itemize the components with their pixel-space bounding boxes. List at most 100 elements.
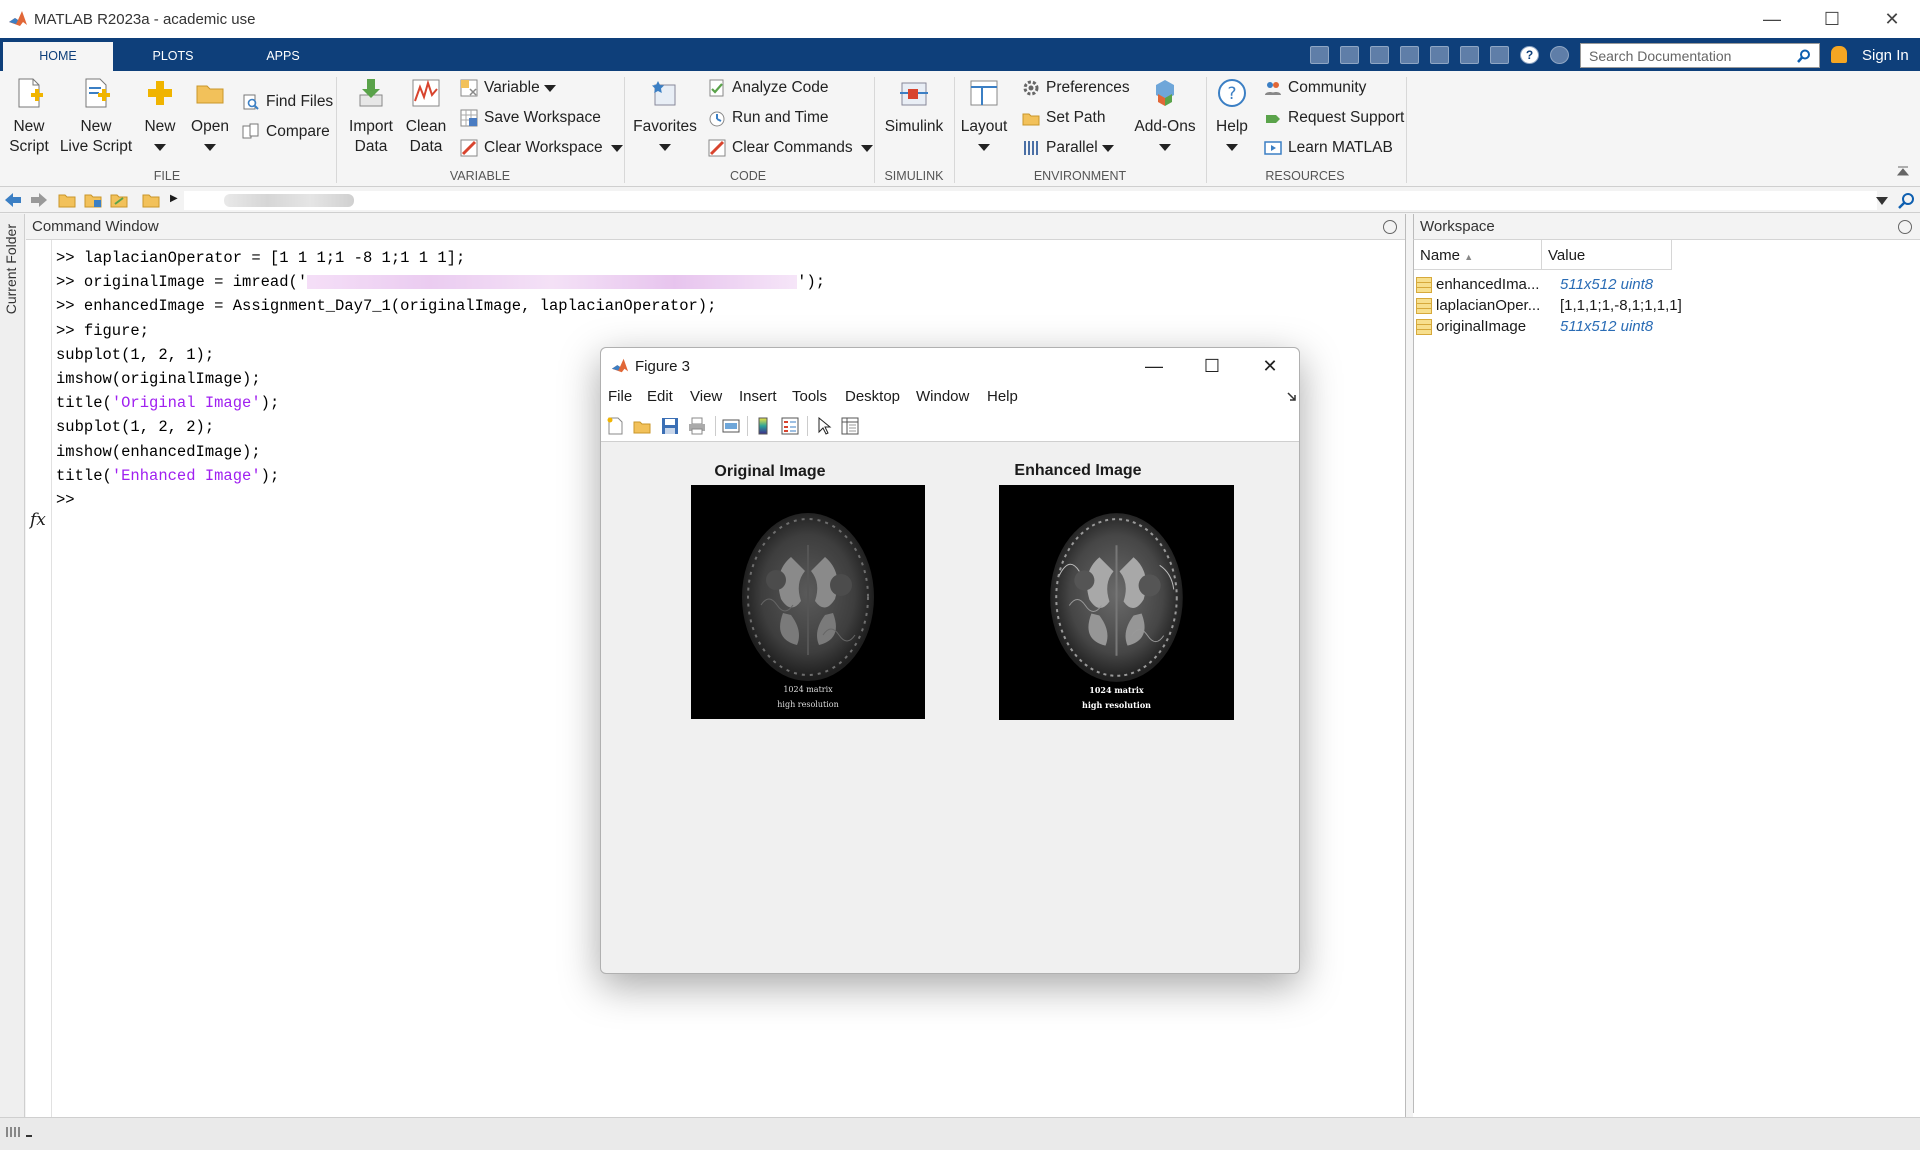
image-caption-1: 1024 matrix — [1089, 685, 1144, 695]
set-path-button[interactable]: Set Path — [1022, 109, 1105, 127]
preferences-button[interactable]: Preferences — [1022, 79, 1130, 97]
parallel-dropdown-icon[interactable] — [1102, 144, 1115, 152]
analyze-code-button[interactable]: Analyze Code — [708, 79, 829, 97]
switch-windows-icon[interactable] — [1490, 46, 1509, 64]
minimize-icon[interactable]: — — [1744, 0, 1800, 38]
print-icon[interactable] — [688, 417, 706, 435]
search-documentation-input[interactable]: Search Documentation — [1580, 43, 1820, 68]
current-folder-tab[interactable]: Current Folder — [3, 224, 19, 314]
column-header-value[interactable]: Value — [1542, 240, 1672, 270]
menu-tools[interactable]: Tools — [792, 388, 827, 405]
menu-view[interactable]: View — [690, 388, 722, 405]
simulink-button[interactable]: Simulink — [880, 77, 948, 137]
new-live-script-button[interactable]: New Live Script — [58, 77, 134, 157]
layout-button[interactable]: Layout — [960, 77, 1008, 157]
figure-title-bar[interactable]: Figure 3 — ☐ ✕ — [601, 348, 1299, 384]
open-dropdown-icon[interactable] — [204, 144, 216, 151]
back-arrow-icon[interactable] — [4, 192, 22, 208]
help-icon[interactable]: ? — [1520, 46, 1539, 64]
clear-workspace-dropdown-icon[interactable] — [611, 144, 624, 152]
insert-colorbar-icon[interactable] — [754, 417, 772, 435]
layout-dropdown-icon[interactable] — [978, 144, 990, 151]
edit-plot-pointer-icon[interactable] — [815, 417, 833, 435]
clean-data-button[interactable]: Clean Data — [402, 77, 450, 157]
run-and-time-button[interactable]: Run and Time — [708, 109, 829, 127]
compare-button[interactable]: Compare — [242, 123, 330, 141]
property-inspector-icon[interactable] — [841, 417, 859, 435]
add-ons-button[interactable]: Add-Ons — [1132, 77, 1198, 157]
sign-in-link[interactable]: Sign In — [1862, 47, 1909, 64]
new-button[interactable]: New — [140, 77, 180, 157]
dock-figure-icon[interactable] — [1287, 392, 1296, 401]
menu-help[interactable]: Help — [987, 388, 1018, 405]
learn-matlab-button[interactable]: Learn MATLAB — [1264, 139, 1393, 157]
figure-maximize-icon[interactable]: ☐ — [1183, 348, 1241, 384]
collapse-toolstrip-icon[interactable] — [1896, 165, 1910, 179]
figure-window[interactable]: Figure 3 — ☐ ✕ File Edit View Insert Too… — [600, 347, 1300, 974]
community-button[interactable]: Community — [1264, 79, 1366, 97]
forward-arrow-icon[interactable] — [30, 192, 48, 208]
open-button[interactable]: Open — [188, 77, 232, 157]
cut-icon[interactable] — [1340, 46, 1359, 64]
clear-workspace-button[interactable]: Clear Workspace — [460, 139, 624, 157]
parallel-button[interactable]: Parallel — [1022, 139, 1115, 157]
help-button[interactable]: ? Help — [1212, 77, 1252, 157]
open-file-icon[interactable] — [633, 417, 651, 435]
current-folder-sidebar[interactable]: Current Folder — [0, 214, 25, 1120]
clear-commands-button[interactable]: Clear Commands — [708, 139, 874, 157]
menu-insert[interactable]: Insert — [739, 388, 777, 405]
help-dropdown-icon[interactable] — [1226, 144, 1238, 151]
current-path-input[interactable] — [184, 191, 1877, 210]
close-icon[interactable]: ✕ — [1864, 0, 1920, 38]
table-row[interactable]: laplacianOper... [1,1,1;1,-8,1;1,1,1] — [1414, 295, 1682, 316]
notification-bell-icon[interactable] — [1831, 46, 1847, 63]
favorites-button[interactable]: Favorites — [632, 77, 698, 157]
column-header-name[interactable]: Name ▲ — [1414, 240, 1542, 270]
search-folder-icon[interactable] — [110, 192, 128, 208]
import-data-button[interactable]: Import Data — [344, 77, 398, 157]
insert-legend-icon[interactable] — [781, 417, 799, 435]
up-folder-icon[interactable] — [58, 192, 76, 208]
path-dropdown-icon[interactable] — [1876, 197, 1888, 205]
tab-plots[interactable]: PLOTS — [130, 42, 216, 71]
paste-icon[interactable] — [1400, 46, 1419, 64]
variable-button[interactable]: Variable — [460, 79, 557, 97]
request-support-button[interactable]: Request Support — [1264, 109, 1404, 127]
fx-icon[interactable]: fx — [30, 510, 46, 530]
folder-search-icon[interactable] — [1898, 192, 1915, 209]
browse-folder-icon[interactable] — [84, 192, 102, 208]
figure-minimize-icon[interactable]: — — [1125, 348, 1183, 384]
tab-home[interactable]: HOME — [3, 42, 113, 71]
find-files-button[interactable]: Find Files — [242, 93, 333, 111]
link-plot-icon[interactable] — [722, 417, 740, 435]
new-dropdown-icon[interactable] — [154, 144, 166, 151]
add-ons-dropdown-icon[interactable] — [1159, 144, 1171, 151]
enhanced-image-axes[interactable]: 1024 matrix high resolution — [999, 485, 1234, 720]
save-figure-icon[interactable] — [661, 417, 679, 435]
original-image-axes[interactable]: 1024 matrix high resolution — [691, 485, 925, 719]
redo-icon[interactable] — [1460, 46, 1479, 64]
clear-commands-dropdown-icon[interactable] — [861, 144, 874, 152]
variable-dropdown-icon[interactable] — [544, 84, 557, 92]
maximize-icon[interactable]: ☐ — [1804, 0, 1860, 38]
pane-actions-icon[interactable] — [1383, 220, 1397, 234]
table-row[interactable]: originalImage 511x512 uint8 — [1414, 316, 1653, 337]
menu-edit[interactable]: Edit — [647, 388, 673, 405]
menu-window[interactable]: Window — [916, 388, 969, 405]
workspace-panel[interactable]: Workspace Name ▲ Value enhancedIma... 511… — [1413, 214, 1920, 1117]
tab-apps[interactable]: APPS — [246, 42, 320, 71]
new-figure-icon[interactable] — [606, 417, 624, 435]
menu-file[interactable]: File — [608, 388, 632, 405]
save-workspace-button[interactable]: Save Workspace — [460, 109, 601, 127]
save-icon[interactable] — [1310, 46, 1329, 64]
table-row[interactable]: enhancedIma... 511x512 uint8 — [1414, 274, 1653, 295]
quick-access-options-icon[interactable] — [1550, 46, 1569, 64]
undo-icon[interactable] — [1430, 46, 1449, 64]
menu-desktop[interactable]: Desktop — [845, 388, 900, 405]
copy-icon[interactable] — [1370, 46, 1389, 64]
figure-close-icon[interactable]: ✕ — [1241, 348, 1299, 384]
favorites-dropdown-icon[interactable] — [659, 144, 671, 151]
new-script-button[interactable]: New Script — [6, 77, 52, 157]
search-placeholder: Search Documentation — [1589, 47, 1732, 64]
workspace-actions-icon[interactable] — [1898, 220, 1912, 234]
